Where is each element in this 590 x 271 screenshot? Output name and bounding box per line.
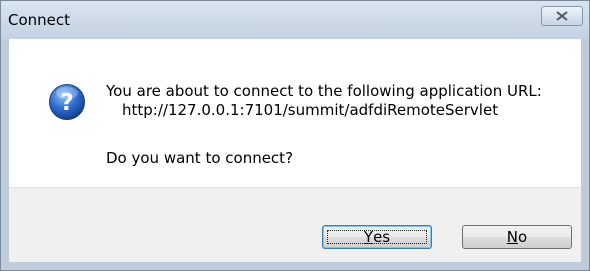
no-button[interactable]: No [462, 225, 572, 249]
button-bar: Yes No [9, 187, 581, 262]
message-area: ? You are about to connect to the follow… [9, 39, 581, 187]
close-button[interactable] [541, 6, 583, 26]
close-icon [556, 11, 568, 21]
no-mnemonic: N [506, 228, 519, 246]
svg-text:?: ? [60, 90, 73, 116]
window-title: Connect [8, 11, 71, 29]
message-text: You are about to connect to the followin… [106, 82, 542, 100]
no-label: o [518, 228, 528, 246]
question-text: Do you want to connect? [106, 149, 294, 167]
focus-ring [327, 230, 427, 244]
connect-dialog: Connect ? You are about to connect to th… [0, 0, 590, 271]
url-text: http://127.0.0.1:7101/summit/adfdiRemote… [122, 101, 499, 119]
yes-button[interactable]: Yes [322, 225, 432, 249]
question-icon: ? [49, 84, 85, 120]
title-bar[interactable]: Connect [1, 1, 589, 39]
